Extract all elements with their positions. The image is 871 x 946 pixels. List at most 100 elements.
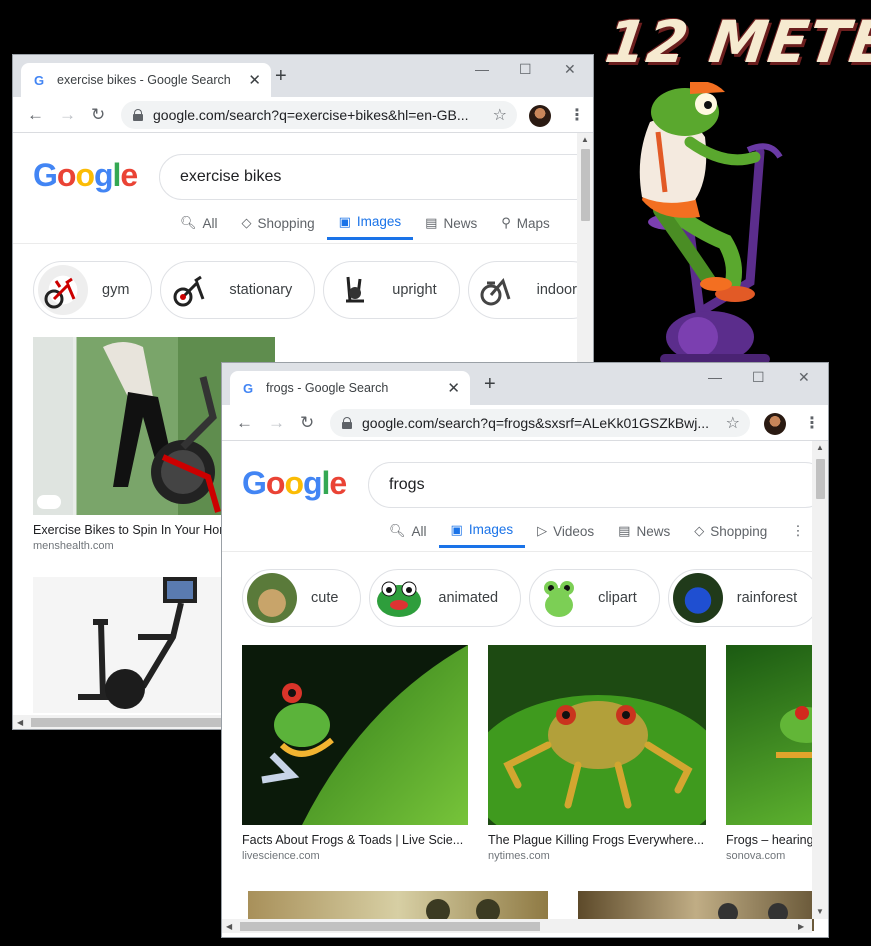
reload-icon[interactable]: ↻ <box>300 413 314 433</box>
image-icon: ▣ <box>450 521 463 537</box>
chip-animated[interactable]: animated <box>369 569 522 627</box>
tab-all[interactable]: 🔍︎ All <box>377 514 439 548</box>
browser-tab[interactable]: G frogs - Google Search ✕ <box>230 371 470 405</box>
divider <box>13 243 593 244</box>
result-caption: Frogs – hearing <box>726 833 812 847</box>
tab-all[interactable]: 🔍︎ All <box>168 206 230 240</box>
url-text: google.com/search?q=exercise+bikes&hl=en… <box>153 107 469 123</box>
image-result[interactable]: Facts About Frogs & Toads | Live Scie...… <box>242 645 468 862</box>
chip-gym[interactable]: gym <box>33 261 153 319</box>
search-icon: 🔍︎ <box>389 523 406 538</box>
page-content: Google frogs 🔍︎ All ▣ Images ▷ Videos ▤ News… <box>222 441 828 937</box>
lock-icon <box>342 417 352 429</box>
tab-title: exercise bikes - Google Search <box>57 73 231 87</box>
chip-upright[interactable]: upright <box>323 261 460 319</box>
new-tab-icon[interactable]: + <box>484 373 496 396</box>
new-tab-icon[interactable]: + <box>275 65 287 88</box>
scrollbar-thumb[interactable] <box>816 459 825 499</box>
google-favicon-icon: G <box>33 72 45 88</box>
forward-arrow-icon[interactable]: → <box>268 413 285 433</box>
scroll-left-icon[interactable]: ◀ <box>226 922 232 931</box>
chip-thumbnail <box>328 265 379 315</box>
tab-news[interactable]: ▤ News <box>606 514 682 548</box>
chip-thumbnail <box>534 573 585 623</box>
address-bar[interactable]: google.com/search?q=exercise+bikes&hl=en… <box>121 101 517 129</box>
chip-indoor[interactable]: indoor <box>467 261 593 319</box>
tab-title: frogs - Google Search <box>266 381 389 395</box>
image-result[interactable]: Frogs – hearing sonova.com <box>726 645 812 862</box>
image-result[interactable]: The Plague Killing Frogs Everywhere... n… <box>488 645 706 862</box>
browser-tab[interactable]: G exercise bikes - Google Search ✕ <box>21 63 271 97</box>
result-source: nytimes.com <box>488 850 550 862</box>
tab-videos[interactable]: ▷ Videos <box>525 514 606 548</box>
result-image <box>488 645 706 825</box>
chip-thumbnail <box>247 573 297 623</box>
close-window-icon[interactable]: ✕ <box>798 369 810 386</box>
reload-icon[interactable]: ↻ <box>91 105 105 125</box>
chip-thumbnail <box>165 265 216 315</box>
result-caption: The Plague Killing Frogs Everywhere... <box>488 833 705 847</box>
url-text: google.com/search?q=frogs&sxsrf=ALeKk01G… <box>362 415 710 431</box>
browser-window-frogs[interactable]: G frogs - Google Search ✕ + — ☐ ✕ ← → ↻ … <box>221 362 829 938</box>
tab-images[interactable]: ▣ Images <box>438 514 526 548</box>
tab-news[interactable]: ▤ News <box>413 206 489 240</box>
meme-title: 12 METERS <box>601 8 871 76</box>
minimize-icon[interactable]: — <box>475 61 489 77</box>
bookmark-star-icon[interactable]: ☆ <box>493 105 507 125</box>
scroll-down-icon[interactable]: ▼ <box>816 907 824 916</box>
chip-rainforest[interactable]: rainforest <box>667 569 821 627</box>
result-source: livescience.com <box>242 850 320 862</box>
close-window-icon[interactable]: ✕ <box>564 61 576 78</box>
scroll-up-icon[interactable]: ▲ <box>816 443 824 452</box>
tab-images[interactable]: ▣ Images <box>326 206 414 240</box>
tab-shopping[interactable]: ◇ Shopping <box>230 206 327 240</box>
horizontal-scrollbar[interactable]: ◀ ▶ <box>222 919 812 933</box>
close-tab-icon[interactable]: ✕ <box>248 71 261 89</box>
result-image <box>242 645 468 825</box>
chip-cute[interactable]: cute <box>242 569 362 627</box>
scrollbar-thumb[interactable] <box>31 718 231 727</box>
tab-maps[interactable]: ⚲ Maps <box>489 206 562 240</box>
search-input[interactable]: exercise bikes <box>159 154 593 200</box>
chip-clipart[interactable]: clipart <box>529 569 660 627</box>
search-input[interactable]: frogs <box>368 462 828 508</box>
vertical-scrollbar[interactable]: ▲ ▼ <box>812 441 828 919</box>
chip-thumbnail <box>472 265 523 315</box>
scrollbar-thumb[interactable] <box>240 922 540 931</box>
divider <box>222 551 828 552</box>
related-chips: gym stationary upright indoor <box>33 261 593 319</box>
search-nav-tabs: 🔍︎ All ◇ Shopping ▣ Images ▤ News ⚲ Maps <box>168 206 562 240</box>
image-icon: ▣ <box>338 213 351 229</box>
menu-kebab-icon[interactable]: ⋮ <box>804 413 820 433</box>
scrollbar-thumb[interactable] <box>581 149 590 221</box>
tab-strip: G frogs - Google Search ✕ + — ☐ ✕ <box>222 363 828 405</box>
close-tab-icon[interactable]: ✕ <box>447 379 460 397</box>
scroll-right-icon[interactable]: ▶ <box>798 922 804 931</box>
bookmark-star-icon[interactable]: ☆ <box>726 413 740 433</box>
forward-arrow-icon[interactable]: → <box>59 105 76 125</box>
scroll-left-icon[interactable]: ◀ <box>17 718 23 727</box>
browser-toolbar: ← → ↻ google.com/search?q=frogs&sxsrf=AL… <box>222 405 828 441</box>
result-image <box>726 645 812 825</box>
address-bar[interactable]: google.com/search?q=frogs&sxsrf=ALeKk01G… <box>330 409 750 437</box>
related-chips: cute animated clipart rainforest <box>242 569 828 627</box>
browser-toolbar: ← → ↻ google.com/search?q=exercise+bikes… <box>13 97 593 133</box>
back-arrow-icon[interactable]: ← <box>27 105 44 125</box>
profile-avatar[interactable] <box>529 105 551 127</box>
maximize-icon[interactable]: ☐ <box>519 61 532 78</box>
image-result[interactable] <box>33 577 223 713</box>
chip-stationary[interactable]: stationary <box>160 261 316 319</box>
news-icon: ▤ <box>425 215 438 230</box>
maximize-icon[interactable]: ☐ <box>752 369 765 386</box>
google-logo: Google <box>33 157 138 193</box>
back-arrow-icon[interactable]: ← <box>236 413 253 433</box>
scroll-up-icon[interactable]: ▲ <box>581 135 589 144</box>
minimize-icon[interactable]: — <box>708 369 722 385</box>
search-nav-tabs: 🔍︎ All ▣ Images ▷ Videos ▤ News ◇ Shopping ⋮ <box>377 514 817 548</box>
menu-kebab-icon[interactable]: ⋮ <box>569 105 585 125</box>
profile-avatar[interactable] <box>764 413 786 435</box>
tag-icon: ◇ <box>694 523 705 538</box>
tag-icon: ◇ <box>241 215 252 230</box>
tab-shopping[interactable]: ◇ Shopping <box>682 514 779 548</box>
google-favicon-icon: G <box>242 380 254 396</box>
